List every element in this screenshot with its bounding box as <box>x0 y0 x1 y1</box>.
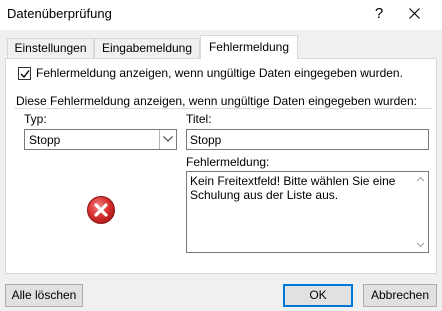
section-label: Diese Fehlermeldung anzeigen, wenn ungül… <box>16 94 417 108</box>
tab-label: Eingabemeldung <box>101 41 193 55</box>
tab-strip: Einstellungen Eingabemeldung Fehlermeldu… <box>5 35 437 59</box>
checkmark-icon <box>20 70 30 79</box>
scroll-up-arrow-icon <box>416 176 425 182</box>
window-title: Datenüberprüfung <box>7 6 112 21</box>
tab-panel: Fehlermeldung anzeigen, wenn ungültige D… <box>5 58 437 274</box>
section-divider <box>14 108 432 109</box>
style-label: Typ: <box>24 112 47 126</box>
scroll-down-arrow-icon <box>416 242 425 248</box>
tab-label: Einstellungen <box>14 41 87 55</box>
clear-all-button[interactable]: Alle löschen <box>5 284 83 307</box>
title-input[interactable]: Stopp <box>186 129 429 150</box>
style-select[interactable]: Stopp <box>24 129 177 150</box>
show-error-checkbox[interactable] <box>18 67 31 80</box>
title-bar: Datenüberprüfung ? <box>0 0 442 30</box>
error-message-textarea[interactable]: Kein Freitextfeld! Bitte wählen Sie eine… <box>186 171 429 253</box>
error-stop-icon <box>87 196 115 224</box>
cancel-button[interactable]: Abbrechen <box>363 284 437 307</box>
style-dropdown-button[interactable] <box>159 130 176 149</box>
help-button[interactable]: ? <box>369 3 389 25</box>
style-select-value: Stopp <box>29 133 61 147</box>
tab-fehlermeldung[interactable]: Fehlermeldung <box>200 35 298 59</box>
close-button[interactable] <box>402 3 426 25</box>
title-label: Titel: <box>186 112 212 126</box>
tab-einstellungen[interactable]: Einstellungen <box>7 38 94 58</box>
ok-button[interactable]: OK <box>283 284 353 307</box>
scroll-up-button[interactable] <box>415 174 426 185</box>
scroll-down-button[interactable] <box>415 239 426 250</box>
show-error-checkbox-label[interactable]: Fehlermeldung anzeigen, wenn ungültige D… <box>36 66 403 80</box>
tab-eingabemeldung[interactable]: Eingabemeldung <box>94 38 200 58</box>
tab-label: Fehlermeldung <box>208 40 290 54</box>
close-icon <box>408 8 420 19</box>
error-message-text: Kein Freitextfeld! Bitte wählen Sie eine… <box>190 174 396 202</box>
chevron-down-icon <box>163 136 173 142</box>
error-message-label: Fehlermeldung: <box>186 155 270 169</box>
title-input-value: Stopp <box>190 133 222 147</box>
